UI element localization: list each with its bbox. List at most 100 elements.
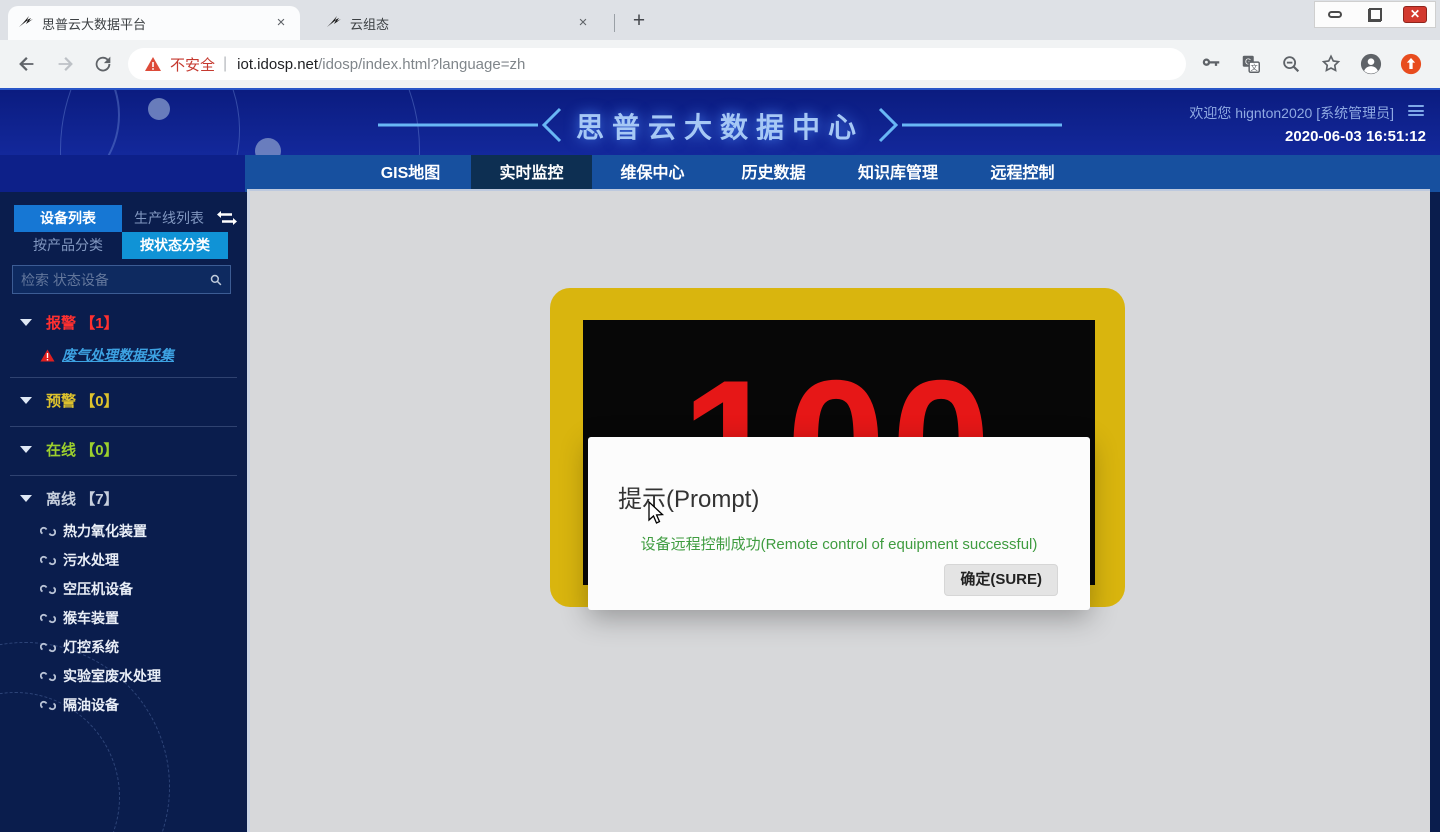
system-datetime: 2020-06-03 16:51:12 — [1285, 128, 1426, 145]
svg-text:文: 文 — [1251, 63, 1259, 72]
device-label: 热力氧化装置 — [63, 521, 147, 541]
device-label: 灯控系统 — [63, 637, 119, 657]
broken-link-icon — [40, 641, 56, 654]
group-label: 预警 — [46, 390, 76, 411]
nav-item-realtime-monitor[interactable]: 实时监控 — [471, 155, 592, 192]
decor-dot — [148, 98, 170, 120]
broken-link-icon — [40, 699, 56, 712]
browser-tab-2[interactable]: 云组态 × — [316, 6, 602, 40]
password-key-icon[interactable] — [1200, 53, 1222, 75]
nav-item-remote-control[interactable]: 远程控制 — [962, 155, 1083, 192]
zoom-indicator-icon[interactable] — [1280, 53, 1302, 75]
group-count: 【1】 — [80, 312, 118, 333]
group-online: 在线 【0】 — [10, 427, 237, 476]
device-item-offline[interactable]: 空压机设备 — [40, 580, 237, 598]
device-label: 空压机设备 — [63, 579, 133, 599]
group-label: 报警 — [46, 312, 76, 333]
nav-item-maintenance-center[interactable]: 维保中心 — [592, 155, 713, 192]
swap-lists-icon[interactable] — [216, 210, 238, 226]
window-restore-button[interactable] — [1355, 2, 1395, 27]
not-secure-warning-icon — [144, 56, 162, 72]
app-header: 思普云大数据中心 欢迎您 hignton2020 [系统管理员] 2020-06… — [0, 88, 1440, 155]
browser-update-icon[interactable] — [1400, 53, 1422, 75]
device-status-tree: 报警 【1】 废气处理数据采集 预警 【0】 在线 【 — [10, 300, 237, 727]
dialog-confirm-button[interactable]: 确定(SURE) — [944, 564, 1058, 596]
chevron-down-icon — [20, 495, 32, 502]
nav-band: GIS地图 实时监控 维保中心 历史数据 知识库管理 远程控制 — [245, 155, 1440, 192]
nav-item-knowledge-base[interactable]: 知识库管理 — [834, 155, 962, 192]
user-menu-icon[interactable] — [1408, 105, 1424, 118]
tab-by-product[interactable]: 按产品分类 — [14, 232, 122, 259]
mouse-cursor — [648, 501, 665, 525]
tab-by-status[interactable]: 按状态分类 — [122, 232, 228, 259]
window-controls: ✕ — [1314, 1, 1436, 28]
device-item-alarm[interactable]: 废气处理数据采集 — [40, 346, 237, 364]
chevron-down-icon — [20, 397, 32, 404]
monitor-content-area: 100 提示(Prompt) 设备远程控制成功(Remote control o… — [247, 189, 1430, 832]
nav-item-history-data[interactable]: 历史数据 — [713, 155, 834, 192]
close-icon: ✕ — [1403, 6, 1427, 23]
welcome-user-label[interactable]: 欢迎您 hignton2020 [系统管理员] — [1189, 103, 1394, 123]
broken-link-icon — [40, 583, 56, 596]
group-alarm: 报警 【1】 废气处理数据采集 — [10, 300, 237, 378]
group-label: 离线 — [46, 488, 76, 509]
tab-production-line-list[interactable]: 生产线列表 — [126, 205, 212, 232]
device-item-offline[interactable]: 热力氧化装置 — [40, 522, 237, 540]
device-item-offline[interactable]: 猴车装置 — [40, 609, 237, 627]
search-icon[interactable] — [210, 272, 222, 288]
device-label: 污水处理 — [63, 550, 119, 570]
desktop-screenshot: 思普云大数据平台 × 云组态 × + ✕ 不安全 | iot.idosp.net… — [0, 0, 1440, 832]
device-item-offline[interactable]: 隔油设备 — [40, 696, 237, 714]
group-offline-header[interactable]: 离线 【7】 — [10, 485, 237, 511]
new-tab-button[interactable]: + — [626, 8, 652, 34]
device-item-offline[interactable]: 实验室废水处理 — [40, 667, 237, 685]
device-link[interactable]: 废气处理数据采集 — [62, 345, 174, 365]
dialog-message: 设备远程控制成功(Remote control of equipment suc… — [588, 533, 1090, 554]
window-close-button[interactable]: ✕ — [1395, 2, 1435, 27]
chevron-down-icon — [20, 319, 32, 326]
browser-toolbar: 不安全 | iot.idosp.net/idosp/index.html?lan… — [0, 40, 1440, 88]
browser-tab-1[interactable]: 思普云大数据平台 × — [8, 6, 300, 40]
url-host: iot.idosp.net — [237, 56, 318, 73]
tab-device-list[interactable]: 设备列表 — [14, 205, 122, 232]
reload-button[interactable] — [92, 53, 114, 75]
device-search-input[interactable] — [13, 272, 210, 288]
device-label: 隔油设备 — [63, 695, 119, 715]
device-search-box — [12, 265, 231, 294]
tab-close-icon[interactable]: × — [574, 14, 592, 32]
page-title: 思普云大数据中心 — [576, 106, 864, 146]
translate-icon[interactable]: G文 — [1240, 53, 1262, 75]
window-minimize-button[interactable] — [1315, 2, 1355, 27]
site-favicon-icon — [18, 15, 34, 31]
group-online-header[interactable]: 在线 【0】 — [10, 436, 237, 462]
decor-circle — [60, 88, 420, 155]
group-alarm-header[interactable]: 报警 【1】 — [10, 309, 237, 335]
restore-icon — [1369, 9, 1381, 21]
browser-tab-strip: 思普云大数据平台 × 云组态 × + ✕ — [0, 0, 1440, 40]
address-bar[interactable]: 不安全 | iot.idosp.net/idosp/index.html?lan… — [128, 48, 1186, 80]
nav-item-gis-map[interactable]: GIS地图 — [350, 155, 471, 192]
device-item-offline[interactable]: 灯控系统 — [40, 638, 237, 656]
broken-link-icon — [40, 612, 56, 625]
bookmark-star-icon[interactable] — [1320, 53, 1342, 75]
not-secure-label[interactable]: 不安全 — [170, 54, 215, 75]
address-separator: | — [223, 55, 227, 73]
alarm-triangle-icon — [40, 349, 55, 362]
chevron-down-icon — [20, 446, 32, 453]
device-item-offline[interactable]: 污水处理 — [40, 551, 237, 569]
url-path: /idosp/index.html?language=zh — [318, 56, 525, 73]
tab-separator — [614, 14, 615, 32]
device-sidebar: 设备列表 生产线列表 按产品分类 按状态分类 报警 【1】 废气处理数据采集 — [0, 192, 247, 832]
minimize-icon — [1328, 11, 1342, 18]
group-label: 在线 — [46, 439, 76, 460]
back-button[interactable] — [16, 53, 38, 75]
profile-avatar[interactable] — [1360, 53, 1382, 75]
tab-title: 云组态 — [350, 14, 574, 33]
group-offline: 离线 【7】 热力氧化装置 污水处理 空压机设备 — [10, 476, 237, 727]
tab-close-icon[interactable]: × — [272, 14, 290, 32]
forward-button[interactable] — [54, 53, 76, 75]
dialog-title: 提示(Prompt) — [618, 479, 759, 514]
group-warning-header[interactable]: 预警 【0】 — [10, 387, 237, 413]
title-flourish-left-icon — [378, 107, 568, 143]
device-label: 猴车装置 — [63, 608, 119, 628]
